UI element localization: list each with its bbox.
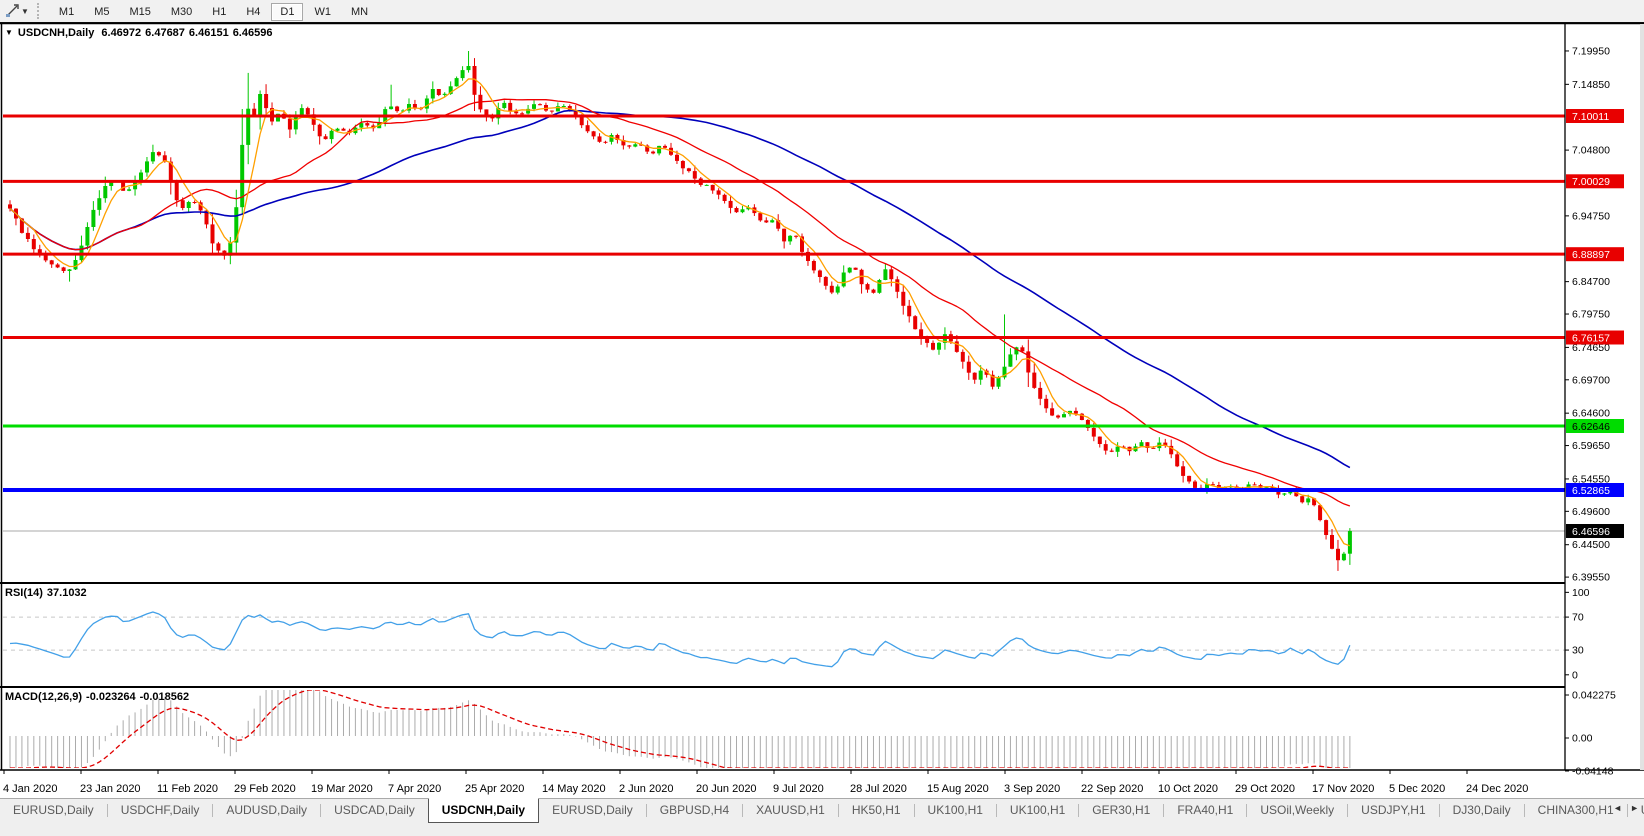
tab-usdchf-daily[interactable]: USDCHF,Daily <box>108 799 213 821</box>
date-axis-label: 9 Jul 2020 <box>773 783 824 795</box>
tab-scroll-left-icon[interactable]: ◄ <box>1611 802 1624 814</box>
terminal-window: ▼ M1 M5 M15 M30 H1 H4 D1 W1 MN 7.19950 7.14850 7.0… <box>0 0 1644 836</box>
tab-uk100-h1[interactable]: UK100,H1 <box>915 799 996 821</box>
rsi-value: 37.1032 <box>46 587 87 599</box>
candlestick-series <box>8 51 1352 571</box>
date-axis-label: 25 Apr 2020 <box>465 783 524 795</box>
tab-audusd-daily[interactable]: AUDUSD,Daily <box>213 799 320 821</box>
chart-tabs: EURUSD,Daily USDCHF,Daily AUDUSD,Daily USDC… <box>0 798 1644 823</box>
tab-ger30-h1[interactable]: GER30,H1 <box>1079 799 1163 821</box>
tab-gbpusd-h4[interactable]: GBPUSD,H4 <box>647 799 742 821</box>
tab-xauusd-h1[interactable]: XAUUSD,H1 <box>743 799 838 821</box>
price-level-value: 7.10011 <box>1572 111 1609 123</box>
price-level-value: 6.46596 <box>1572 526 1610 538</box>
macd-scale-label: -0.04148 <box>1572 766 1614 778</box>
tab-uk100-h1[interactable]: UK100,H1 <box>997 799 1078 821</box>
macd-scale-label: 0.00 <box>1572 733 1593 745</box>
ohlc-open: 6.46972 <box>101 27 142 39</box>
date-axis-label: 10 Oct 2020 <box>1158 783 1218 795</box>
date-axis-label: 29 Oct 2020 <box>1235 783 1295 795</box>
price-level-value: 6.62646 <box>1572 421 1610 433</box>
date-axis-label: 23 Jan 2020 <box>80 783 141 795</box>
date-axis-label: 17 Nov 2020 <box>1312 783 1374 795</box>
tab-dj30-daily[interactable]: DJ30,Daily <box>1440 799 1524 821</box>
date-axis-label: 22 Sep 2020 <box>1081 783 1143 795</box>
price-tick-label: 6.49600 <box>1572 506 1610 518</box>
macd-indicator-label: MACD(12,26,9) -0.023264 -0.018562 <box>5 691 193 703</box>
date-axis-label: 29 Feb 2020 <box>234 783 296 795</box>
macd-series <box>9 690 1351 768</box>
tab-usdjpy-h1[interactable]: USDJPY,H1 <box>1348 799 1438 821</box>
date-axis-label: 7 Apr 2020 <box>388 783 441 795</box>
rsi-scale-label: 70 <box>1572 612 1584 624</box>
collapse-indicator-icon[interactable]: ▼ <box>5 28 13 37</box>
rsi-scale-label: 30 <box>1572 645 1584 657</box>
rsi-indicator-label: RSI(14) 37.1032 <box>5 587 91 599</box>
price-tick-label: 6.79750 <box>1572 309 1610 321</box>
ohlc-high: 6.47687 <box>145 27 185 39</box>
rsi-line <box>9 611 1351 668</box>
ohlc-low: 6.46151 <box>188 27 229 39</box>
tab-usdcnh-daily[interactable]: USDCNH,Daily <box>427 798 540 823</box>
date-axis-label: 20 Jun 2020 <box>696 783 757 795</box>
date-axis-label: 11 Feb 2020 <box>157 783 218 795</box>
macd-name: MACD(12,26,9) <box>5 691 83 703</box>
rsi-scale-label: 0 <box>1572 669 1578 681</box>
chart-tab-bar: EURUSD,Daily USDCHF,Daily AUDUSD,Daily USDC… <box>0 798 1644 836</box>
rsi-scale-label: 100 <box>1572 587 1590 599</box>
price-level-value: 6.52865 <box>1572 485 1610 497</box>
rsi-name: RSI(14) <box>5 587 43 599</box>
chart-title: ▼ USDCNH,Daily 6.46972 6.47687 6.46151 6.465… <box>5 27 276 39</box>
date-axis-label: 14 May 2020 <box>542 783 606 795</box>
price-tick-label: 7.14850 <box>1572 79 1610 91</box>
price-tick-label: 7.04800 <box>1572 145 1610 157</box>
macd-main-value: -0.023264 <box>86 691 136 703</box>
tab-usoil-weekly[interactable]: USOil,Weekly <box>1247 799 1347 821</box>
date-axis-label: 15 Aug 2020 <box>927 783 989 795</box>
price-tick-label: 6.64600 <box>1572 408 1610 420</box>
price-level-value: 7.00029 <box>1572 176 1610 188</box>
tab-fra40-h1[interactable]: FRA40,H1 <box>1164 799 1246 821</box>
tab-usdcad-daily[interactable]: USDCAD,Daily <box>321 799 428 821</box>
price-tick-label: 6.44500 <box>1572 539 1610 551</box>
chart-symbol: USDCNH,Daily <box>17 27 95 39</box>
date-axis-label: 4 Jan 2020 <box>3 783 57 795</box>
date-axis-label: 2 Jun 2020 <box>619 783 673 795</box>
ohlc-close: 6.46596 <box>232 27 273 39</box>
price-tick-label: 6.84700 <box>1572 276 1610 288</box>
macd-scale-label: 0.042275 <box>1572 690 1616 702</box>
price-level-value: 6.88897 <box>1572 249 1610 261</box>
date-axis-label: 3 Sep 2020 <box>1004 783 1060 795</box>
tab-scroll-right-icon[interactable]: ► <box>1628 802 1641 814</box>
tab-hk50-h1[interactable]: HK50,H1 <box>839 799 914 821</box>
date-axis-label: 28 Jul 2020 <box>850 783 907 795</box>
tab-eurusd-daily[interactable]: EURUSD,Daily <box>0 799 107 821</box>
price-level-value: 6.76157 <box>1572 332 1610 344</box>
price-tick-label: 6.39550 <box>1572 572 1610 584</box>
chart-area[interactable]: 7.19950 7.14850 7.04800 6.94750 6.84700 6.797… <box>0 0 1644 836</box>
price-tick-label: 6.59650 <box>1572 440 1610 452</box>
date-axis-label: 19 Mar 2020 <box>311 783 373 795</box>
date-axis-label: 5 Dec 2020 <box>1389 783 1445 795</box>
window-edge <box>1640 24 1644 770</box>
price-tick-label: 6.94750 <box>1572 210 1610 222</box>
price-tick-label: 6.69700 <box>1572 374 1610 386</box>
date-axis-label: 24 Dec 2020 <box>1466 783 1528 795</box>
price-tick-label: 7.19950 <box>1572 45 1610 57</box>
macd-signal-value: -0.018562 <box>139 691 190 703</box>
tab-scroll-controls: ◄ ► <box>1611 802 1641 814</box>
tab-eurusd-daily[interactable]: EURUSD,Daily <box>539 799 646 821</box>
